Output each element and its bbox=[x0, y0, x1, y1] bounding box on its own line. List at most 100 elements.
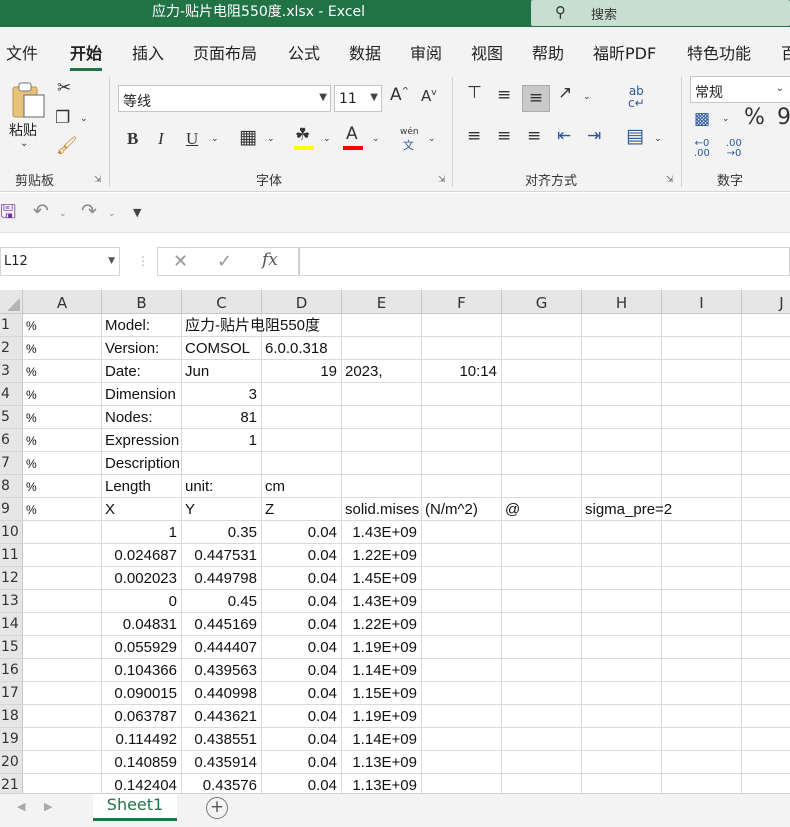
middle-align-icon[interactable]: ≡ bbox=[497, 87, 511, 104]
cell-d13[interactable]: 0.04 bbox=[262, 590, 342, 613]
cell-b5[interactable]: Nodes: bbox=[102, 406, 182, 429]
save-icon[interactable]: 🖫 bbox=[0, 203, 16, 222]
cell-f20[interactable] bbox=[422, 751, 502, 774]
cell-g1[interactable] bbox=[502, 314, 582, 337]
tab-file[interactable]: 文件 bbox=[6, 40, 38, 64]
row-header-9[interactable]: 9 bbox=[0, 498, 23, 521]
cell-h18[interactable] bbox=[582, 705, 662, 728]
cell-d7[interactable] bbox=[262, 452, 342, 475]
cell-h21[interactable] bbox=[582, 774, 662, 793]
cell-h7[interactable] bbox=[582, 452, 662, 475]
cell-e9[interactable]: solid.mises bbox=[342, 498, 422, 521]
underline-button[interactable]: U bbox=[186, 130, 198, 147]
cell-a8[interactable]: % bbox=[23, 475, 102, 498]
tab-help[interactable]: 帮助 bbox=[532, 40, 564, 64]
row-header-15[interactable]: 15 bbox=[0, 636, 23, 659]
align-center-icon[interactable]: ≡ bbox=[497, 128, 511, 145]
cell-a9[interactable]: % bbox=[23, 498, 102, 521]
orientation-dropdown-icon[interactable]: ⌄ bbox=[583, 93, 591, 102]
cell-e21[interactable]: 1.13E+09 bbox=[342, 774, 422, 793]
cell-c18[interactable]: 0.443621 bbox=[182, 705, 262, 728]
bold-button[interactable]: B bbox=[127, 130, 138, 147]
cell-f13[interactable] bbox=[422, 590, 502, 613]
cell-e17[interactable]: 1.15E+09 bbox=[342, 682, 422, 705]
number-format-select[interactable]: 常规 ⌄ bbox=[690, 76, 790, 103]
cell-i9[interactable] bbox=[662, 498, 742, 521]
cell-e16[interactable]: 1.14E+09 bbox=[342, 659, 422, 682]
row-header-14[interactable]: 14 bbox=[0, 613, 23, 636]
cell-e11[interactable]: 1.22E+09 bbox=[342, 544, 422, 567]
phonetic-guide-top[interactable]: wén bbox=[400, 127, 419, 137]
cell-c14[interactable]: 0.445169 bbox=[182, 613, 262, 636]
paste-button[interactable]: 粘贴 bbox=[9, 120, 37, 140]
column-header-h[interactable]: H bbox=[582, 290, 662, 314]
cell-f9[interactable]: (N/m^2) bbox=[422, 498, 502, 521]
decrease-indent-icon[interactable]: ⇤ bbox=[557, 128, 571, 145]
insert-function-icon[interactable]: fx bbox=[262, 252, 278, 269]
cell-h15[interactable] bbox=[582, 636, 662, 659]
row-header-7[interactable]: 7 bbox=[0, 452, 23, 475]
prev-sheet-icon[interactable]: ◀ bbox=[17, 800, 25, 813]
row-header-2[interactable]: 2 bbox=[0, 337, 23, 360]
cell-b18[interactable]: 0.063787 bbox=[102, 705, 182, 728]
cell-f3[interactable]: 10:14 bbox=[422, 360, 502, 383]
column-header-e[interactable]: E bbox=[342, 290, 422, 314]
cell-h6[interactable] bbox=[582, 429, 662, 452]
cell-a4[interactable]: % bbox=[23, 383, 102, 406]
cell-b13[interactable]: 0 bbox=[102, 590, 182, 613]
cell-a10[interactable] bbox=[23, 521, 102, 544]
row-header-8[interactable]: 8 bbox=[0, 475, 23, 498]
cell-b4[interactable]: Dimension bbox=[102, 383, 182, 406]
cell-a5[interactable]: % bbox=[23, 406, 102, 429]
cell-a17[interactable] bbox=[23, 682, 102, 705]
cell-g20[interactable] bbox=[502, 751, 582, 774]
cell-c2[interactable]: COMSOL bbox=[182, 337, 262, 360]
cell-a18[interactable] bbox=[23, 705, 102, 728]
cell-c3[interactable]: Jun bbox=[182, 360, 262, 383]
top-align-icon[interactable]: ⊤ bbox=[467, 85, 482, 102]
cell-f21[interactable] bbox=[422, 774, 502, 793]
cell-c15[interactable]: 0.444407 bbox=[182, 636, 262, 659]
cell-d20[interactable]: 0.04 bbox=[262, 751, 342, 774]
increase-font-size-icon[interactable]: A^ bbox=[390, 87, 409, 104]
cell-d2[interactable]: 6.0.0.318 bbox=[262, 337, 342, 360]
cell-e12[interactable]: 1.45E+09 bbox=[342, 567, 422, 590]
wrap-text-icon[interactable]: ab c↵ bbox=[628, 85, 645, 109]
cell-g21[interactable] bbox=[502, 774, 582, 793]
cell-j20[interactable] bbox=[742, 751, 790, 774]
cell-h1[interactable] bbox=[582, 314, 662, 337]
cell-f12[interactable] bbox=[422, 567, 502, 590]
cell-a6[interactable]: % bbox=[23, 429, 102, 452]
row-header-17[interactable]: 17 bbox=[0, 682, 23, 705]
cell-f14[interactable] bbox=[422, 613, 502, 636]
cell-a2[interactable]: % bbox=[23, 337, 102, 360]
cell-d16[interactable]: 0.04 bbox=[262, 659, 342, 682]
row-header-1[interactable]: 1 bbox=[0, 314, 23, 337]
cell-i20[interactable] bbox=[662, 751, 742, 774]
cell-i12[interactable] bbox=[662, 567, 742, 590]
column-header-b[interactable]: B bbox=[102, 290, 182, 314]
cell-j2[interactable] bbox=[742, 337, 790, 360]
cell-f8[interactable] bbox=[422, 475, 502, 498]
cell-h12[interactable] bbox=[582, 567, 662, 590]
cell-i5[interactable] bbox=[662, 406, 742, 429]
cell-e7[interactable] bbox=[342, 452, 422, 475]
row-header-5[interactable]: 5 bbox=[0, 406, 23, 429]
cell-d21[interactable]: 0.04 bbox=[262, 774, 342, 793]
cell-h9[interactable]: sigma_pre=2 bbox=[582, 498, 672, 521]
cell-i4[interactable] bbox=[662, 383, 742, 406]
cell-i18[interactable] bbox=[662, 705, 742, 728]
cell-j10[interactable] bbox=[742, 521, 790, 544]
cell-c13[interactable]: 0.45 bbox=[182, 590, 262, 613]
undo-icon[interactable]: ↶ bbox=[33, 202, 49, 221]
paste-dropdown-icon[interactable]: ⌄ bbox=[20, 139, 28, 149]
cell-e18[interactable]: 1.19E+09 bbox=[342, 705, 422, 728]
accounting-format-icon[interactable]: ▩ bbox=[694, 111, 710, 128]
cell-e13[interactable]: 1.43E+09 bbox=[342, 590, 422, 613]
enter-icon[interactable]: ✓ bbox=[217, 253, 232, 271]
cell-h17[interactable] bbox=[582, 682, 662, 705]
increase-indent-icon[interactable]: ⇥ bbox=[587, 128, 601, 145]
cell-d17[interactable]: 0.04 bbox=[262, 682, 342, 705]
cut-icon[interactable]: ✂ bbox=[57, 80, 71, 97]
cell-f18[interactable] bbox=[422, 705, 502, 728]
